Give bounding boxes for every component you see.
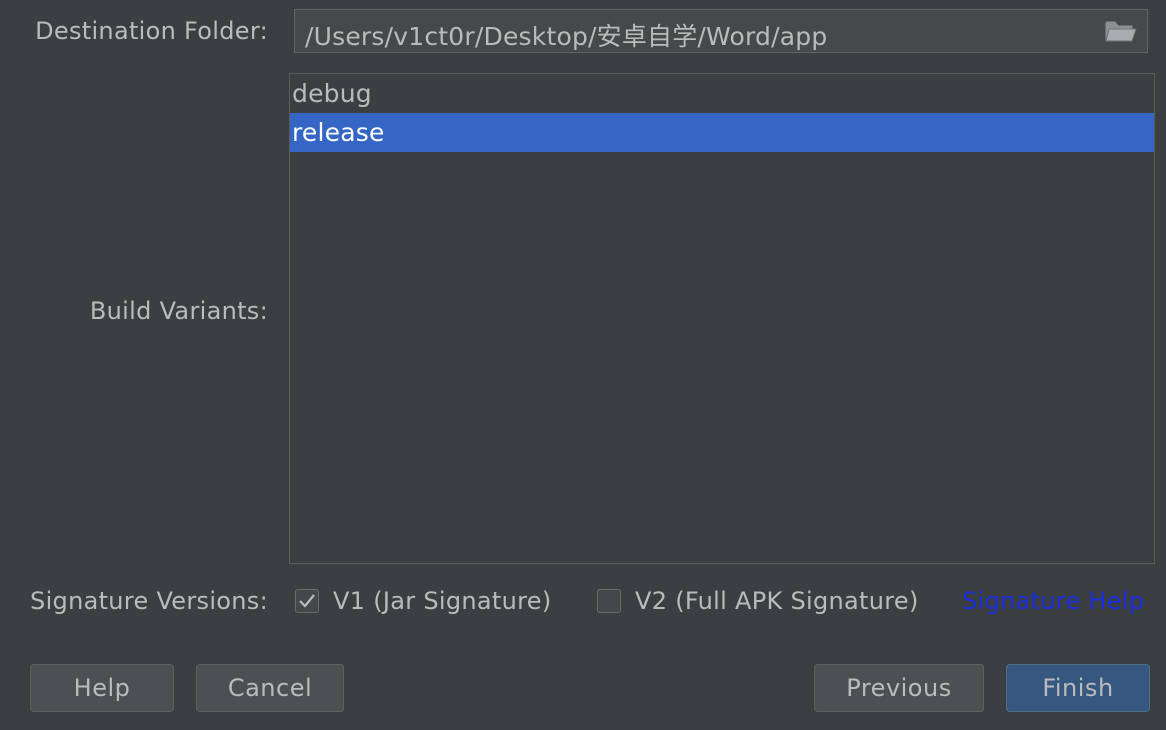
build-variants-list[interactable]: debug release [289,73,1155,564]
v2-signature-option[interactable]: V2 (Full APK Signature) [597,587,919,615]
v2-checkbox-label[interactable]: V2 (Full APK Signature) [635,587,919,615]
cancel-button[interactable]: Cancel [196,664,344,712]
destination-folder-label: Destination Folder: [35,17,268,45]
help-button[interactable]: Help [30,664,174,712]
build-variants-label: Build Variants: [89,297,268,325]
v1-signature-option[interactable]: V1 (Jar Signature) [295,587,552,615]
folder-open-icon[interactable] [1105,20,1137,42]
destination-folder-value[interactable]: /Users/v1ct0r/Desktop/安卓自学/Word/app [305,17,827,53]
v1-checkbox[interactable] [295,589,319,613]
checkmark-icon [299,594,315,608]
generate-signed-apk-dialog: Destination Folder: /Users/v1ct0r/Deskto… [0,0,1166,730]
destination-folder-field[interactable]: /Users/v1ct0r/Desktop/安卓自学/Word/app [294,9,1148,53]
previous-button[interactable]: Previous [814,664,984,712]
variant-item-release[interactable]: release [290,113,1154,152]
finish-button[interactable]: Finish [1006,664,1150,712]
signature-help-link[interactable]: Signature Help [962,587,1144,615]
signature-versions-label: Signature Versions: [30,587,268,615]
variant-item-debug[interactable]: debug [290,74,1154,113]
v2-checkbox[interactable] [597,589,621,613]
v1-checkbox-label[interactable]: V1 (Jar Signature) [333,587,552,615]
